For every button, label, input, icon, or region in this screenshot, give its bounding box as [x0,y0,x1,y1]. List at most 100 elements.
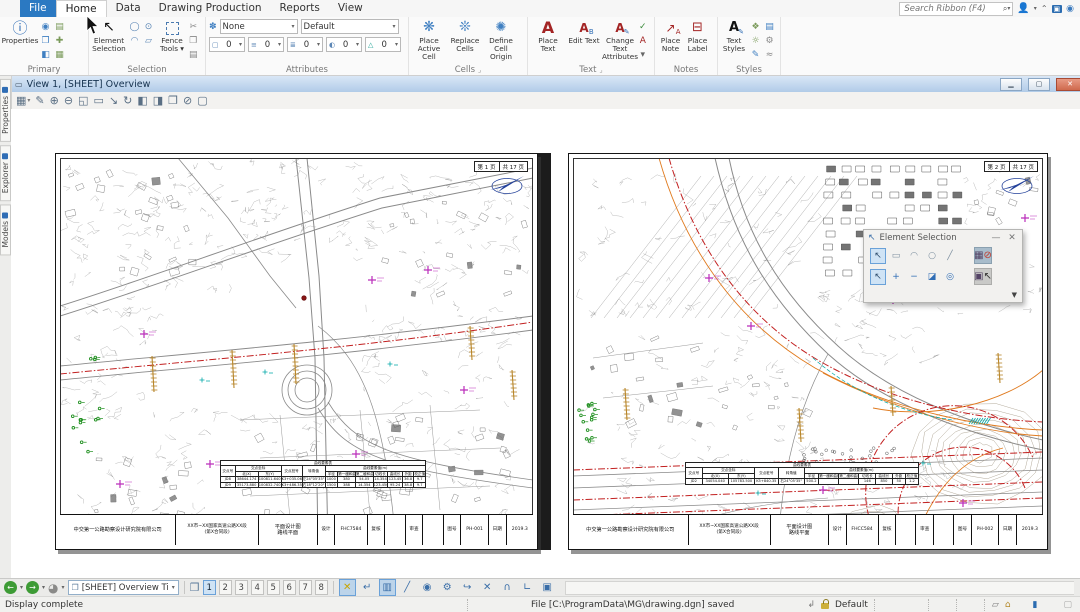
help-icon[interactable]: ◉ [1066,4,1074,14]
snap-tangent-icon[interactable]: ∩ [499,579,516,596]
styles-extra-5-icon[interactable]: ≈ [763,48,776,61]
attr-transparency-combo[interactable]: △0▾ [365,37,401,52]
mode-add-icon[interactable]: + [888,269,904,285]
view-attributes-icon[interactable]: ▦▾ [16,94,30,107]
fence-tools-button[interactable]: Fence Tools ▾ [157,19,187,53]
selection-tool-0-icon[interactable]: ◯ [128,20,141,33]
sidebar-tab-properties[interactable]: Properties [0,79,11,142]
search-input[interactable] [902,3,1003,15]
clipboard-tool-2-icon[interactable]: ▤ [189,48,198,61]
notes-place-label-button[interactable]: ⊟Place Label [685,19,710,53]
fit-view-icon[interactable]: ↘ [109,94,118,107]
models-status-icon[interactable]: ▮ [1033,600,1038,610]
mode-new-icon[interactable]: ↖ [870,269,886,285]
dialog-close-button[interactable]: ✕ [1006,233,1018,243]
snap-point-on-icon[interactable]: ▣ [539,579,556,596]
view-windows-icon[interactable]: ❐ [190,581,200,594]
styles-extra-0-icon[interactable]: ❖ [749,20,762,33]
text-extra-2-icon[interactable]: ▾ [639,48,647,61]
view-next-button[interactable]: → [26,581,39,594]
text-place-text-button[interactable]: APlace Text [531,19,565,53]
text-extra-0-icon[interactable]: ✓ [639,20,647,33]
dialog-launcher-icon[interactable]: ⌟ [599,66,602,74]
search-caret-icon[interactable]: ▾ [1007,5,1010,12]
view-next-icon[interactable]: ◨ [153,94,163,107]
design-home-icon[interactable]: ⌂ [1005,600,1011,610]
tab-reports[interactable]: Reports [271,0,329,17]
view-toggle-3[interactable]: 3 [235,580,248,595]
text-change-text-attributes-button[interactable]: A✎Change Text Attributes [603,19,637,61]
primary-tool-0-icon[interactable]: ◉ [39,20,52,33]
view-toggle-4[interactable]: 4 [251,580,264,595]
view-display-style-icon[interactable]: ✎ [35,94,44,107]
cells-place-active-cell-button[interactable]: ❋Place Active Cell [412,19,446,61]
select-circle-icon[interactable]: ○ [924,248,940,264]
user-caret-icon[interactable]: ▾ [1034,5,1037,12]
view-previous-button[interactable]: ← [4,581,17,594]
snap-keypoint-icon[interactable]: ▥ [379,579,396,596]
running-coordinates-icon[interactable]: ↲ [807,600,815,610]
primary-tool-4-icon[interactable]: ◧ [39,48,52,61]
mode-invert-icon[interactable]: ◪ [924,269,940,285]
element-selection-dialog[interactable]: ↖ Element Selection — ✕ ↖▭◠○╱▦⊘ ↖+−◪◎▣↖ … [863,229,1023,303]
view-previous-icon[interactable]: ◧ [137,94,147,107]
disable-handles-icon[interactable]: ▦⊘ [974,247,992,264]
select-individual-icon[interactable]: ↖ [870,248,886,264]
text-edit-text-button[interactable]: ABEdit Text [567,19,601,45]
active-element-template-combo[interactable]: None▾ [220,19,298,34]
clear-zoom-icon[interactable]: ⊘ [183,94,192,107]
snap-bisector-icon[interactable]: ↪ [459,579,476,596]
view-toggle-2[interactable]: 2 [219,580,232,595]
toggle-accusnap-icon[interactable]: ✕ [339,579,356,596]
styles-extra-1-icon[interactable]: ▤ [763,20,776,33]
select-all-icon[interactable]: ▣↖ [974,268,992,285]
selection-tool-2-icon[interactable]: ◠ [128,34,141,47]
zoom-out-icon[interactable]: ⊖ [64,94,73,107]
view-toggle-5[interactable]: 5 [267,580,280,595]
snap-intersection-icon[interactable]: ✕ [479,579,496,596]
zoom-in-icon[interactable]: ⊕ [50,94,59,107]
selection-tool-1-icon[interactable]: ⊙ [142,20,155,33]
selection-tool-3-icon[interactable]: ▱ [142,34,155,47]
view-toggle-1[interactable]: 1 [203,580,216,595]
user-icon[interactable]: 👤 [1017,3,1029,14]
select-shape-icon[interactable]: ◠ [906,248,922,264]
saved-view-icon[interactable]: ▢ [197,94,207,107]
styles-extra-4-icon[interactable]: ✎ [749,48,762,61]
view-toggle-8[interactable]: 8 [315,580,328,595]
tab-home[interactable]: Home [56,0,107,17]
selection-set-icon[interactable]: ▱ [992,600,999,610]
view-title-bar[interactable]: ▭ View 1, [SHEET] Overview ▁ ▢ ✕ [11,76,1080,93]
snap-center-icon[interactable]: ◉ [419,579,436,596]
collapse-ribbon-icon[interactable]: ⌃ [1041,4,1048,13]
mode-clear-icon[interactable]: ◎ [942,269,958,285]
attr-line-style-combo[interactable]: ≣0▾ [287,37,323,52]
snap-perpendicular-icon[interactable]: ∟ [519,579,536,596]
snap-nearest-icon[interactable]: ↵ [359,579,376,596]
tab-view[interactable]: View [329,0,372,17]
notes-place-note-button[interactable]: ↗APlace Note [658,19,683,53]
drawing-canvas[interactable]: 第 1 页共 17 页曲线要素表交点号交点坐标交点桩号转角值曲线要素值(m)北(… [11,109,1080,578]
attr-color-combo[interactable]: ≡0▾ [248,37,284,52]
element-selection-button[interactable]: ↖Element Selection [92,19,126,53]
select-block-icon[interactable]: ▭ [888,248,904,264]
dialog-expand-caret-icon[interactable]: ▼ [1012,291,1017,299]
cells-define-cell-origin-button[interactable]: ✺Define Cell Origin [484,19,518,61]
copy-view-icon[interactable]: ❐ [168,94,178,107]
dialog-status-icon[interactable]: ▢ [1063,600,1072,610]
dialog-launcher-icon[interactable]: ⌟ [478,66,481,74]
snap-origin-icon[interactable]: ⚙ [439,579,456,596]
properties-button[interactable]: ⓘProperties [3,19,37,45]
tab-data[interactable]: Data [107,0,150,17]
select-line-icon[interactable]: ╱ [942,248,958,264]
styles-extra-3-icon[interactable]: ⚙ [763,34,776,47]
view-maximize-button[interactable]: ▢ [1028,78,1050,91]
connect-icon[interactable]: ▣ [1052,5,1063,13]
lock-icon[interactable] [821,603,829,609]
view-toggle-7[interactable]: 7 [299,580,312,595]
primary-tool-1-icon[interactable]: ▤ [53,20,66,33]
view-group-selector[interactable]: ❐[SHEET] Overview Ti▾ [68,580,179,595]
clipboard-tool-0-icon[interactable]: ✂ [189,20,198,33]
primary-tool-2-icon[interactable]: ❐ [39,34,52,47]
primary-tool-5-icon[interactable]: ▦ [53,48,66,61]
